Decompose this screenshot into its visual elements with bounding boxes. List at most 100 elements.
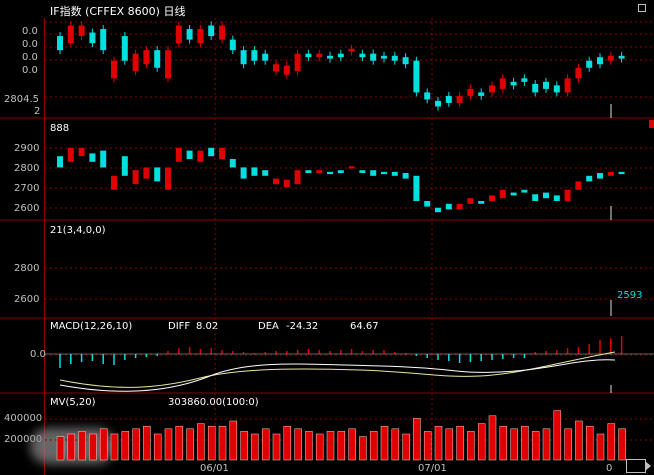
candle-body	[381, 55, 387, 59]
chart-canvas	[0, 18, 654, 462]
candle-body	[57, 36, 63, 51]
candle-body	[510, 81, 517, 86]
volume-bar	[575, 420, 583, 461]
candle-body	[240, 50, 247, 65]
secondary-candle	[100, 150, 107, 168]
secondary-candle	[499, 189, 506, 199]
volume-bar	[596, 433, 605, 461]
volume-bar	[499, 425, 508, 461]
volume-bar	[305, 431, 313, 461]
candle-body	[294, 53, 301, 72]
candle-body	[197, 29, 204, 44]
volume-bar	[78, 431, 86, 461]
volume-bar	[380, 425, 389, 461]
volume-bar	[369, 431, 378, 461]
candle-body	[208, 25, 215, 37]
secondary-candle	[78, 147, 85, 157]
secondary-candle	[467, 198, 474, 204]
volume-bar	[585, 425, 594, 461]
secondary-candle	[607, 171, 614, 176]
candle-body	[89, 32, 96, 44]
volume-bar	[99, 428, 108, 461]
candle-body	[143, 50, 150, 65]
secondary-candle	[219, 147, 225, 159]
volume-bar	[143, 425, 151, 461]
secondary-candle	[175, 147, 182, 162]
volume-bar	[348, 428, 356, 461]
volume-bar	[434, 425, 443, 461]
volume-bar	[294, 428, 302, 461]
candle-body	[327, 55, 333, 59]
candle-body	[229, 39, 236, 51]
secondary-candle	[489, 195, 495, 201]
candle-body	[305, 53, 312, 58]
secondary-candle	[154, 167, 161, 182]
candle-body	[111, 60, 117, 79]
candle-body	[435, 100, 441, 107]
secondary-candle	[327, 171, 333, 175]
candle-body	[543, 81, 549, 89]
candle-body	[370, 53, 377, 61]
secondary-candle	[305, 170, 312, 173]
secondary-candle	[251, 167, 258, 176]
volume-bar	[445, 428, 454, 461]
secondary-candle	[391, 171, 398, 176]
volume-bar	[175, 425, 184, 461]
candle-body	[607, 55, 614, 61]
volume-bar	[153, 433, 162, 461]
secondary-candle	[337, 170, 344, 173]
secondary-candle	[294, 170, 301, 185]
candle-body	[575, 67, 582, 79]
secondary-candle	[456, 203, 463, 210]
candle-body	[489, 85, 495, 93]
candle-body	[219, 25, 225, 40]
secondary-candle	[165, 167, 171, 190]
secondary-candle	[543, 192, 549, 199]
volume-bar	[240, 431, 248, 461]
secondary-candle	[553, 195, 560, 201]
volume-bar	[110, 433, 119, 461]
secondary-candle	[67, 147, 74, 162]
secondary-candle	[143, 167, 150, 179]
secondary-candle	[111, 175, 117, 190]
volume-bar	[413, 418, 421, 461]
secondary-candle	[370, 170, 377, 176]
candle-body	[175, 25, 182, 44]
secondary-candle	[510, 192, 517, 196]
candle-body	[499, 78, 506, 89]
secondary-candle	[132, 170, 139, 185]
candle-body	[337, 53, 344, 58]
candle-body	[283, 65, 290, 75]
volume-bar	[229, 420, 238, 461]
candle-body	[348, 48, 355, 52]
candle-body	[586, 60, 593, 68]
secondary-candle	[229, 159, 236, 168]
candle-body	[100, 29, 107, 51]
volume-bar	[67, 433, 76, 461]
secondary-candle	[564, 189, 571, 201]
candle-body	[78, 25, 85, 37]
candle-body	[553, 85, 560, 93]
secondary-candle	[359, 170, 366, 173]
candle-body	[391, 55, 398, 61]
volume-bar	[402, 433, 410, 461]
volume-bar	[607, 423, 616, 461]
volume-bar	[337, 431, 346, 461]
volume-bar	[56, 436, 65, 461]
volume-bar	[121, 431, 130, 461]
secondary-candle	[208, 147, 215, 157]
secondary-candle	[186, 150, 193, 159]
volume-bar	[553, 410, 562, 461]
secondary-candle	[121, 156, 128, 176]
candle-body	[456, 95, 463, 103]
volume-bar	[391, 428, 400, 461]
volume-bar	[488, 415, 497, 461]
secondary-candle	[273, 178, 279, 185]
volume-bar	[251, 433, 259, 461]
secondary-candle	[435, 207, 441, 213]
volume-bar	[510, 428, 518, 461]
candle-body	[521, 78, 528, 82]
candle-body	[597, 57, 603, 65]
secondary-candle	[532, 194, 539, 201]
secondary-candle	[424, 201, 431, 207]
